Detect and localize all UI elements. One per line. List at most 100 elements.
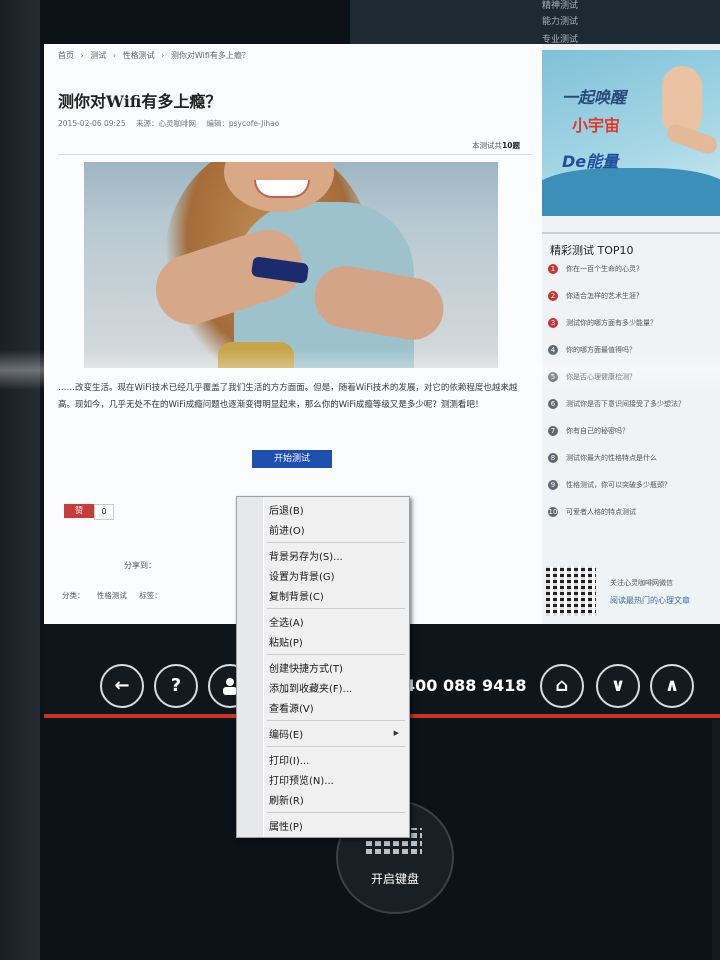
- like-widget[interactable]: 赞 0: [64, 504, 114, 520]
- top10-link[interactable]: 测试你最大的性格特点是什么: [566, 453, 657, 463]
- submenu-arrow-icon: ▶: [393, 729, 399, 737]
- breadcrumb-home[interactable]: 首页: [58, 51, 74, 60]
- top10-item[interactable]: 7 你有自己的秘密吗？: [548, 426, 718, 453]
- top10-link[interactable]: 可爱者人格的特点测试: [566, 507, 636, 517]
- menu-item-save-background[interactable]: 背景另存为(S)...: [269, 548, 343, 563]
- hero-bag: [218, 342, 294, 368]
- breadcrumb-sep: ›: [161, 51, 165, 60]
- rank-badge: 6: [548, 399, 558, 409]
- tags-label: 标签：: [139, 591, 162, 600]
- rank-badge: 2: [548, 291, 558, 301]
- rank-badge: 9: [548, 480, 558, 490]
- top10-link[interactable]: 你是否心理健康检测？: [566, 372, 636, 382]
- article-body: ……改变生活。现在WiFi技术已经几乎覆盖了我们生活的方方面面。但是，随着WiF…: [58, 383, 518, 410]
- menu-separator: [267, 542, 405, 543]
- back-arrow-icon[interactable]: ←: [100, 664, 144, 708]
- menu-item-set-background[interactable]: 设置为背景(G): [269, 568, 335, 583]
- top10-link[interactable]: 测试你是否下意识间接受了多少想法？: [566, 399, 685, 409]
- menu-item-view-source[interactable]: 查看源(V): [269, 700, 314, 715]
- top10-link[interactable]: 你在一百个生命的心灵？: [566, 264, 643, 274]
- screen-bezel-left: [0, 0, 40, 960]
- rank-badge: 10: [548, 507, 558, 517]
- divider: [58, 154, 532, 155]
- count-prefix: 本测试共: [472, 141, 503, 150]
- menu-separator: [267, 654, 405, 655]
- category-link[interactable]: 性格测试: [97, 591, 127, 600]
- menu-item-copy-background[interactable]: 复制背景(C): [269, 588, 324, 603]
- question-count: 本测试共10题: [472, 140, 520, 151]
- top-nav-strip: 精神测试 能力测试 专业测试: [350, 0, 720, 45]
- top10-item[interactable]: 1 你在一百个生命的心灵？: [548, 264, 718, 291]
- menu-item-print[interactable]: 打印(I)...: [269, 752, 309, 767]
- top10-item[interactable]: 3 测试你的哪方面有多少能量？: [548, 318, 718, 345]
- article-source: 来源：心灵咖啡网: [135, 119, 196, 128]
- rank-badge: 1: [548, 264, 558, 274]
- qr-code-pattern: [546, 566, 596, 616]
- breadcrumb: 首页 › 测试 › 性格测试 › 测你对Wifi有多上瘾？: [58, 50, 254, 61]
- qr-caption: 关注心灵咖啡网微信: [610, 579, 673, 587]
- keyboard-label: 开启键盘: [370, 872, 419, 886]
- menu-gutter: [237, 497, 264, 837]
- menu-item-back[interactable]: 后退(B): [269, 502, 304, 517]
- scroll-down-icon[interactable]: ∨: [596, 664, 640, 708]
- menu-separator: [267, 746, 405, 747]
- scroll-up-icon[interactable]: ∧: [650, 664, 694, 708]
- rank-badge: 5: [548, 372, 558, 382]
- menu-item-paste[interactable]: 粘贴(P): [269, 634, 303, 649]
- top10-list: 1 你在一百个生命的心灵？ 2 你适合怎样的艺术生涯？ 3 测试你的哪方面有多少能量？…: [548, 264, 718, 534]
- topnav-item[interactable]: 精神测试: [542, 0, 578, 11]
- top10-title: 精彩测试 TOP10: [550, 244, 634, 257]
- top10-link[interactable]: 性格测试，你可以突破多少瓶颈？: [566, 480, 671, 490]
- top10-item[interactable]: 6 测试你是否下意识间接受了多少想法？: [548, 399, 718, 426]
- start-test-button[interactable]: 开始测试: [252, 450, 332, 468]
- breadcrumb-category[interactable]: 性格测试: [123, 51, 155, 60]
- like-count: 0: [94, 504, 114, 520]
- ad-banner[interactable]: 一起唤醒 小宇宙 De能量: [542, 50, 720, 216]
- breadcrumb-current: 测你对Wifi有多上瘾？: [170, 51, 250, 60]
- qr-link[interactable]: 阅读最热门的心理文章: [610, 595, 690, 606]
- article-meta: 2015-02-06 09:25 来源：心灵咖啡网 编辑：psycofe-Jih…: [58, 118, 287, 129]
- top10-item[interactable]: 8 测试你最大的性格特点是什么: [548, 453, 718, 480]
- rank-badge: 4: [548, 345, 558, 355]
- help-icon[interactable]: ?: [154, 664, 198, 708]
- top10-link[interactable]: 测试你的哪方面有多少能量？: [566, 318, 657, 328]
- hotline-number: 400 088 9418: [404, 676, 527, 695]
- topnav-item[interactable]: 能力测试: [542, 14, 578, 27]
- sidebar: 一起唤醒 小宇宙 De能量 精彩测试 TOP10 1 你在一百个生命的心灵？ 2你…: [542, 44, 720, 624]
- menu-separator: [267, 608, 405, 609]
- top10-item[interactable]: 2 你适合怎样的艺术生涯？: [548, 291, 718, 318]
- breadcrumb-sep: ›: [112, 51, 117, 60]
- menu-item-properties[interactable]: 属性(P): [269, 818, 303, 833]
- menu-item-encoding[interactable]: 编码(E): [269, 726, 303, 741]
- top10-link[interactable]: 你适合怎样的艺术生涯？: [566, 291, 643, 301]
- article-editor: 编辑：psycofe-Jihao: [206, 119, 280, 128]
- menu-item-select-all[interactable]: 全选(A): [269, 614, 304, 629]
- top10-item[interactable]: 5 你是否心理健康检测？: [548, 372, 718, 399]
- home-icon[interactable]: ⌂: [540, 664, 584, 708]
- rank-badge: 7: [548, 426, 558, 436]
- menu-separator: [267, 720, 405, 721]
- top10-item[interactable]: 10 可爱者人格的特点测试: [548, 507, 718, 534]
- top10-link[interactable]: 你的哪方面最值得吗？: [566, 345, 636, 355]
- category-row: 分类： 性格测试 标签：: [62, 590, 172, 601]
- top10-item[interactable]: 9 性格测试，你可以突破多少瓶颈？: [548, 480, 718, 507]
- article-date: 2015-02-06 09:25: [58, 119, 126, 128]
- page-title: 测你对Wifi有多上瘾？: [58, 92, 222, 111]
- count-value: 10题: [502, 141, 520, 150]
- menu-item-create-shortcut[interactable]: 创建快捷方式(T): [269, 660, 343, 675]
- ad-wave: [542, 168, 720, 216]
- menu-item-print-preview[interactable]: 打印预览(N)...: [269, 772, 334, 787]
- share-label: 分享到：: [124, 561, 156, 570]
- section-divider: [542, 232, 720, 234]
- menu-item-add-favorites[interactable]: 添加到收藏夹(F)...: [269, 680, 352, 695]
- menu-item-forward[interactable]: 前进(O): [269, 522, 305, 537]
- context-menu: 后退(B) 前进(O) 背景另存为(S)... 设置为背景(G) 复制背景(C)…: [236, 496, 410, 838]
- menu-item-refresh[interactable]: 刷新(R): [269, 792, 304, 807]
- breadcrumb-sep: ›: [80, 51, 84, 60]
- ad-line-1: 一起唤醒: [562, 88, 627, 107]
- breadcrumb-test[interactable]: 测试: [90, 51, 106, 60]
- menu-separator: [267, 812, 405, 813]
- top10-item[interactable]: 4 你的哪方面最值得吗？: [548, 345, 718, 372]
- like-button[interactable]: 赞: [64, 504, 94, 518]
- top10-link[interactable]: 你有自己的秘密吗？: [566, 426, 629, 436]
